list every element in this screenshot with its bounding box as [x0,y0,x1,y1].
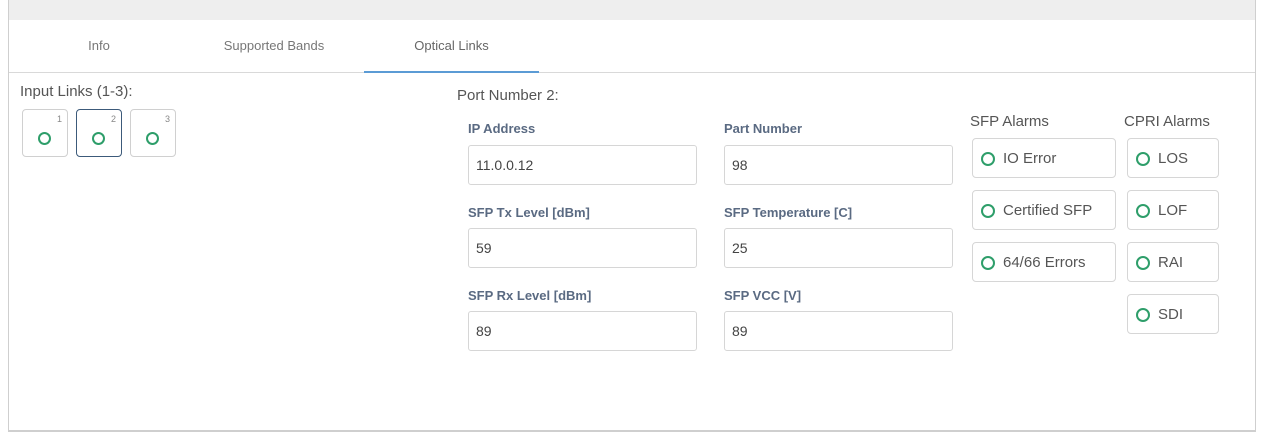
alarm-label: RAI [1158,254,1184,271]
input-link-number: 2 [110,114,116,124]
sfp-vcc-label: SFP VCC [V] [724,288,802,303]
sfp-rx-level-label: SFP Rx Level [dBm] [468,288,592,303]
cpri-alarms-title: CPRI Alarms [1124,113,1210,130]
status-ring-icon [981,204,995,218]
part-number-input[interactable] [724,145,953,185]
status-ring-icon [38,132,51,145]
status-ring-icon [1136,204,1150,218]
alarm-label: Certified SFP [1003,202,1093,219]
tab-bar: Info Supported Bands Optical Links [9,20,1255,73]
ip-address-input[interactable] [468,145,697,185]
input-link-2-button[interactable]: 2 [76,109,122,157]
sfp-temperature-label: SFP Temperature [C] [724,205,853,220]
status-ring-icon [1136,308,1150,322]
panel: Info Supported Bands Optical Links Input… [8,0,1256,432]
input-link-number: 3 [164,114,170,124]
alarm-label: LOF [1158,202,1188,219]
alarm-los[interactable]: LOS [1127,138,1219,178]
sfp-tx-level-input[interactable] [468,228,697,268]
tab-optical-links[interactable]: Optical Links [364,20,539,73]
alarm-label: IO Error [1003,150,1057,167]
sfp-vcc-input[interactable] [724,311,953,351]
input-link-3-button[interactable]: 3 [130,109,176,157]
status-ring-icon [146,132,159,145]
alarm-lof[interactable]: LOF [1127,190,1219,230]
panel-header-band [9,0,1255,20]
alarm-label: LOS [1158,150,1189,167]
ip-address-label: IP Address [468,121,536,136]
alarm-io-error[interactable]: IO Error [972,138,1116,178]
alarm-certified-sfp[interactable]: Certified SFP [972,190,1116,230]
status-ring-icon [981,152,995,166]
part-number-label: Part Number [724,121,803,136]
sfp-temperature-input[interactable] [724,228,953,268]
alarm-label: 64/66 Errors [1003,254,1086,271]
input-link-1-button[interactable]: 1 [22,109,68,157]
tab-supported-bands[interactable]: Supported Bands [194,20,354,72]
alarm-rai[interactable]: RAI [1127,242,1219,282]
status-ring-icon [1136,256,1150,270]
sfp-tx-level-label: SFP Tx Level [dBm] [468,205,590,220]
status-ring-icon [92,132,105,145]
tab-info[interactable]: Info [64,20,134,72]
alarm-label: SDI [1158,306,1184,323]
sfp-rx-level-input[interactable] [468,311,697,351]
alarm-64-66-errors[interactable]: 64/66 Errors [972,242,1116,282]
sfp-alarms-title: SFP Alarms [970,113,1049,130]
alarm-sdi[interactable]: SDI [1127,294,1219,334]
status-ring-icon [1136,152,1150,166]
input-link-number: 1 [56,114,62,124]
input-links-title: Input Links (1-3): [20,83,133,100]
port-number-title: Port Number 2: [457,87,559,104]
status-ring-icon [981,256,995,270]
